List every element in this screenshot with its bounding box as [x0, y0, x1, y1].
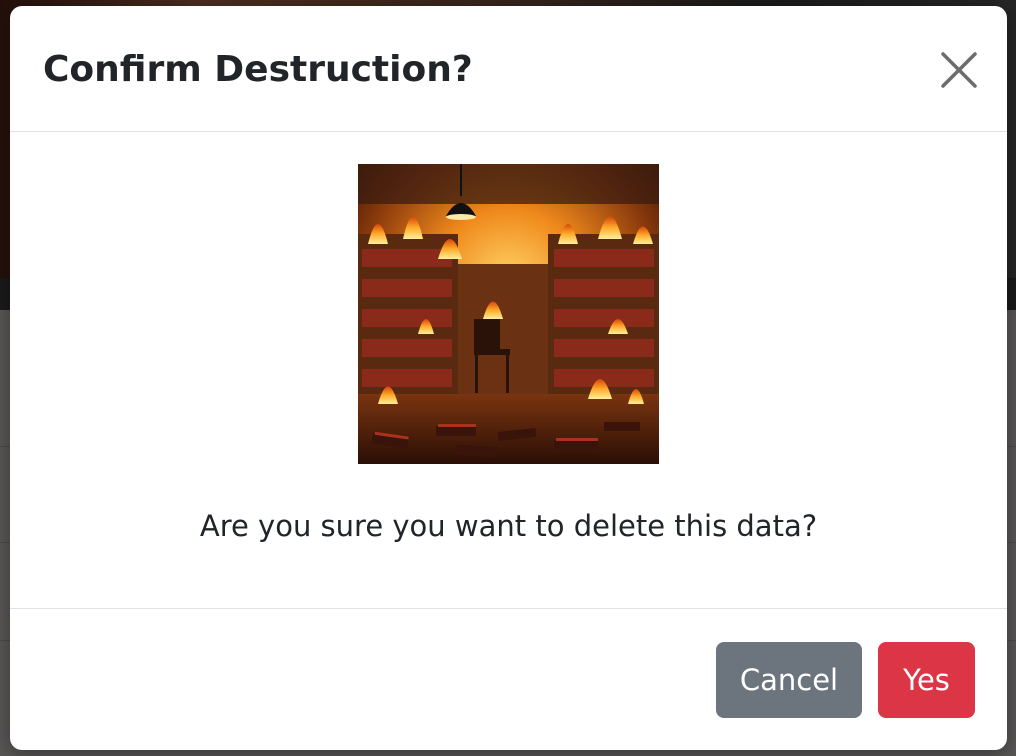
close-icon	[941, 52, 977, 88]
burning-library-illustration	[358, 164, 659, 464]
confirm-yes-button[interactable]: Yes	[878, 642, 975, 718]
modal-header: Confirm Destruction?	[10, 6, 1007, 132]
modal-footer: Cancel Yes	[10, 608, 1007, 750]
close-button[interactable]	[939, 50, 979, 90]
modal-title: Confirm Destruction?	[43, 49, 473, 90]
confirm-message: Are you sure you want to delete this dat…	[199, 509, 818, 543]
confirm-dialog: Confirm Destruction? Are you sure you wa…	[10, 6, 1007, 750]
modal-body: Are you sure you want to delete this dat…	[10, 132, 1007, 609]
cancel-button[interactable]: Cancel	[716, 642, 862, 718]
